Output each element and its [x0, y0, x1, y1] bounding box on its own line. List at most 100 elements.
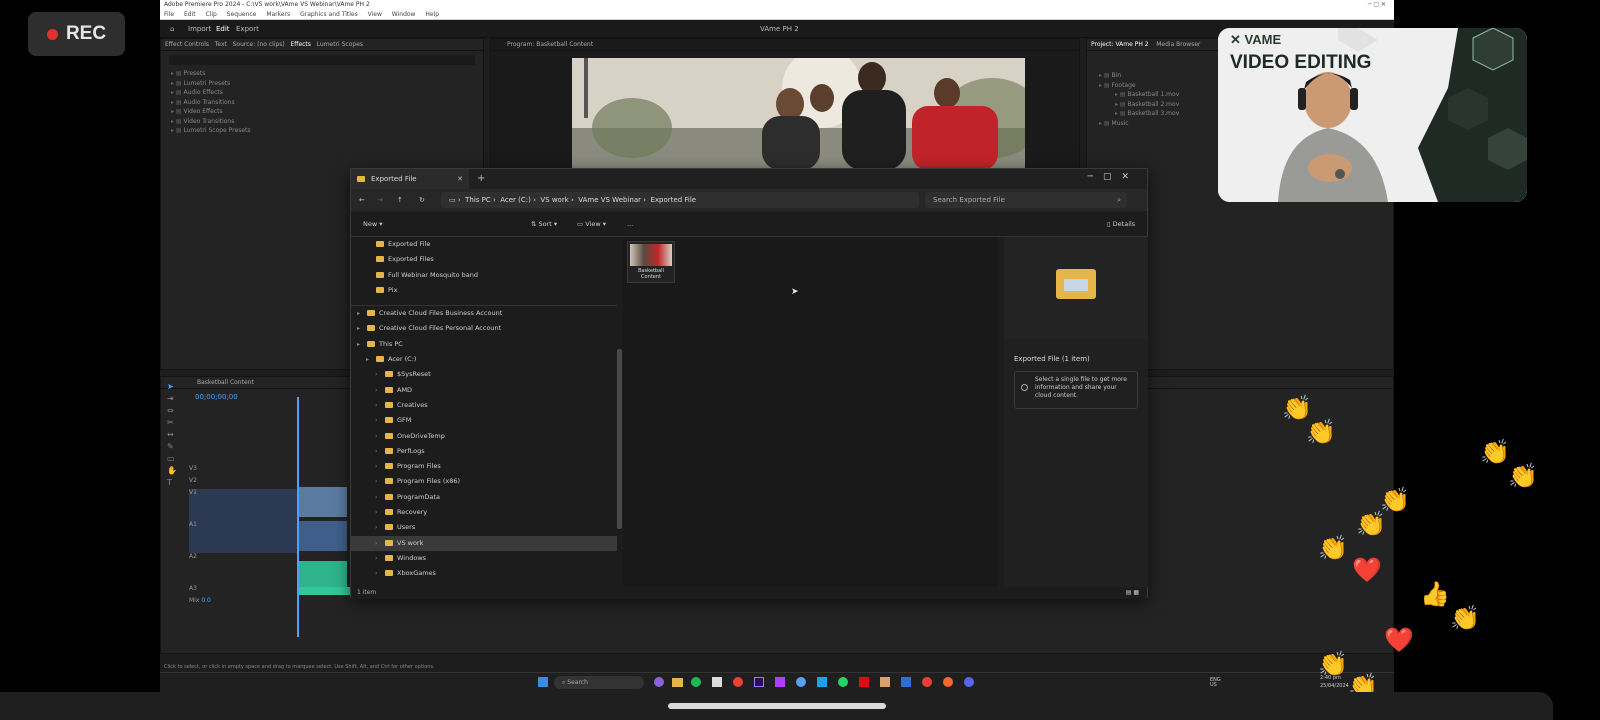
video-clip[interactable] [299, 487, 347, 517]
messenger-icon[interactable] [654, 677, 664, 687]
nav-item[interactable]: › Program Files (x86) [351, 474, 617, 489]
nav-item[interactable]: Full Webinar Mosquito band [351, 268, 617, 283]
store-icon[interactable] [712, 677, 722, 687]
window-controls[interactable]: ─▢✕ [1088, 172, 1139, 182]
forward-icon[interactable]: → [377, 189, 383, 211]
tree-item[interactable]: Lumetri Scope Presets [171, 126, 483, 136]
more-button[interactable]: ... [627, 211, 633, 237]
tree-item[interactable]: Video Effects [171, 107, 483, 117]
chevron-right-icon[interactable]: ▸ [357, 306, 367, 321]
nav-item[interactable]: › Users [351, 520, 617, 535]
track-v3[interactable]: V3 [189, 465, 299, 477]
nav-item[interactable]: Exported Files [351, 252, 617, 267]
nav-item[interactable]: › Windows [351, 551, 617, 566]
chevron-right-icon[interactable]: › [375, 474, 385, 489]
nav-item[interactable]: › Creatives [351, 398, 617, 413]
nav-item[interactable]: ▸ This PC [351, 337, 617, 352]
home-icon[interactable]: ⌂ [170, 20, 174, 38]
netflix-icon[interactable] [859, 677, 869, 687]
tree-item[interactable]: Audio Transitions [171, 98, 483, 108]
home-indicator[interactable] [668, 703, 886, 709]
breadcrumb-item[interactable]: Exported File [650, 196, 696, 204]
menu-file[interactable]: File [164, 11, 174, 18]
breadcrumb-item[interactable]: Acer (C:) [500, 196, 531, 204]
nav-item[interactable]: › OneDriveTemp [351, 429, 617, 444]
menu-graphics[interactable]: Graphics and Titles [300, 11, 358, 18]
breadcrumb-item[interactable]: VAme VS Webinar [578, 196, 641, 204]
nav-item[interactable]: › AMD [351, 383, 617, 398]
audio-clip[interactable] [299, 561, 347, 589]
nav-item[interactable]: ▸ Creative Cloud Files Personal Account [351, 321, 617, 336]
chevron-right-icon[interactable]: › [375, 490, 385, 505]
refresh-icon[interactable]: ↻ [419, 189, 425, 211]
up-icon[interactable]: ↑ [397, 189, 403, 211]
nav-item[interactable]: › Recovery [351, 505, 617, 520]
tab-effect-controls[interactable]: Effect Controls [165, 41, 209, 48]
nav-item[interactable]: › $SysReset [351, 367, 617, 382]
chevron-right-icon[interactable]: › [375, 444, 385, 459]
playhead[interactable] [297, 397, 299, 637]
nav-item[interactable]: Exported File [351, 237, 617, 252]
track-select-icon[interactable]: ⇥ [167, 393, 181, 405]
type-tool-icon[interactable]: T [167, 477, 181, 489]
mix-value[interactable]: 0.0 [201, 597, 211, 604]
sidebar-scrollbar[interactable] [617, 349, 622, 529]
workspace-edit-tab[interactable]: Edit [216, 20, 230, 39]
spotify-icon[interactable] [691, 677, 701, 687]
close-tab-icon[interactable]: ✕ [457, 169, 463, 189]
back-icon[interactable]: ← [359, 189, 365, 211]
menu-help[interactable]: Help [425, 11, 439, 18]
media-browser-tab[interactable]: Media Browser [1156, 41, 1200, 48]
chevron-right-icon[interactable]: › [375, 536, 385, 551]
nav-item[interactable]: ▸ Acer (C:) [351, 352, 617, 367]
language-indicator[interactable]: ENG US [1210, 678, 1221, 688]
chrome-icon[interactable] [733, 677, 743, 687]
pen-tool-icon[interactable]: ✎ [167, 441, 181, 453]
tab-effects[interactable]: Effects [291, 41, 311, 48]
project-panel-title[interactable]: Project: VAme PH 2 [1091, 41, 1149, 48]
chevron-right-icon[interactable]: › [375, 505, 385, 520]
breadcrumb-item[interactable]: VS work [540, 196, 568, 204]
track-a3[interactable]: A3 [189, 585, 299, 597]
track-a1[interactable]: A1 [189, 521, 299, 553]
effects-search-input[interactable] [169, 55, 475, 65]
nav-item[interactable]: ▸ Creative Cloud Files Business Account [351, 306, 617, 321]
new-button[interactable]: New ▾ [363, 211, 383, 237]
tree-item[interactable]: Audio Effects [171, 88, 483, 98]
whatsapp-icon[interactable] [838, 677, 848, 687]
track-v2[interactable]: V2 [189, 477, 299, 489]
view-toggle-icons[interactable]: ▤ ▦ [1126, 587, 1139, 599]
workspace-import-tab[interactable]: Import [188, 20, 211, 38]
start-icon[interactable] [538, 677, 548, 687]
chevron-right-icon[interactable]: ▸ [366, 352, 376, 367]
breadcrumb-item[interactable]: This PC [465, 196, 491, 204]
app-icon[interactable] [775, 677, 785, 687]
hand-tool-icon[interactable]: ✋ [167, 465, 181, 477]
chevron-right-icon[interactable]: › [375, 551, 385, 566]
menu-clip[interactable]: Clip [206, 11, 217, 18]
chevron-right-icon[interactable]: › [375, 383, 385, 398]
nav-item[interactable]: › ProgramData [351, 490, 617, 505]
chevron-right-icon[interactable]: › [375, 520, 385, 535]
clock-date[interactable]: 25/04/2024 [1320, 683, 1349, 689]
menu-edit[interactable]: Edit [184, 11, 196, 18]
chrome-icon[interactable] [922, 677, 932, 687]
menu-sequence[interactable]: Sequence [227, 11, 257, 18]
discord-icon[interactable] [964, 677, 974, 687]
nav-item[interactable]: › GFM [351, 413, 617, 428]
nav-item[interactable]: › Program Files [351, 459, 617, 474]
track-v1[interactable]: V1 [189, 489, 299, 521]
chevron-right-icon[interactable]: ▸ [357, 321, 367, 336]
premiere-icon[interactable] [754, 677, 764, 687]
tab-lumetri-scopes[interactable]: Lumetri Scopes [317, 41, 363, 48]
app-icon[interactable] [817, 677, 827, 687]
tab-text[interactable]: Text [215, 41, 227, 48]
workspace-export-tab[interactable]: Export [236, 20, 259, 38]
search-input[interactable]: Search Exported File ⌕ [925, 192, 1127, 208]
rectangle-tool-icon[interactable]: ▭ [167, 453, 181, 465]
new-tab-icon[interactable]: + [477, 173, 485, 184]
window-controls[interactable]: ─ ▢ ✕ [1368, 0, 1386, 10]
app-icon[interactable] [880, 677, 890, 687]
menu-markers[interactable]: Markers [266, 11, 290, 18]
explorer-tab[interactable]: Exported File ✕ [351, 169, 469, 189]
